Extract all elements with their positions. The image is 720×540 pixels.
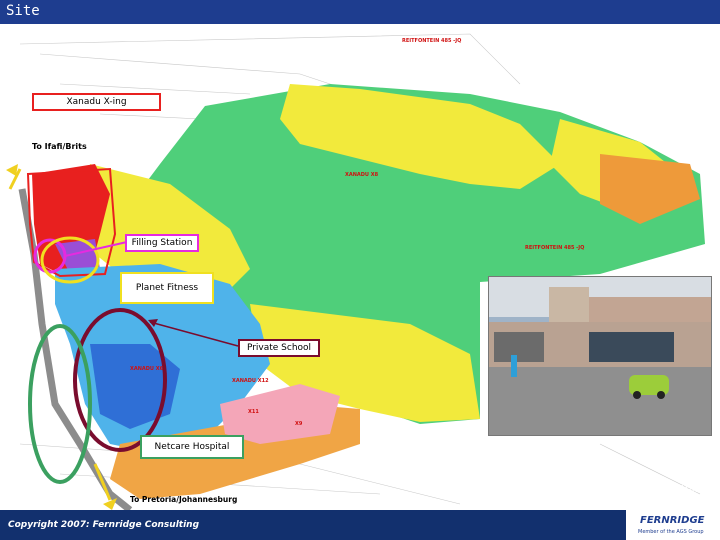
- copyright-text: Copyright 2007: Fernridge Consulting: [8, 520, 200, 530]
- photo-drawing: [489, 277, 711, 435]
- road-label-south: To Pretoria/Johannesburg: [130, 495, 238, 504]
- private-school-label: Private School: [238, 339, 320, 357]
- road-label-north: To Ifafi/Brits: [32, 142, 87, 151]
- planet-fitness-label: Planet Fitness: [120, 272, 214, 304]
- x9-label: X9: [295, 421, 303, 427]
- filling-station-label: Filling Station: [125, 234, 199, 252]
- slide-title: Site: [6, 3, 40, 19]
- fernridge-logo: FERNRIDGE Member of the AGS Group: [626, 510, 720, 540]
- title-bar: Site: [0, 0, 720, 24]
- logo-subtitle: Member of the AGS Group: [638, 529, 704, 535]
- xanadu-x8-label: XANADU X8: [345, 172, 379, 178]
- netcare-hospital-label: Netcare Hospital: [140, 435, 244, 459]
- x11-label: X11: [248, 409, 259, 415]
- photo-caption: The site is situated well to intercept t…: [474, 484, 712, 510]
- xanadu-x6-label: XANADU X6: [130, 366, 164, 372]
- xanadu-x12-label: XANADU X12: [232, 378, 269, 384]
- footer-bar: Copyright 2007: Fernridge Consulting FER…: [0, 510, 720, 540]
- farm-label-mid: REITFONTEIN 485 -JQ: [525, 245, 585, 251]
- xanadu-label: Xanadu X-ing: [32, 93, 161, 111]
- site-map: REITFONTEIN 485 -JQ REITFONTEIN 485 -JQ …: [0, 24, 720, 510]
- logo-wordmark: FERNRIDGE: [640, 515, 705, 526]
- farm-label-top: REITFONTEIN 485 -JQ: [402, 38, 462, 44]
- shopping-centre-photo: [488, 276, 712, 436]
